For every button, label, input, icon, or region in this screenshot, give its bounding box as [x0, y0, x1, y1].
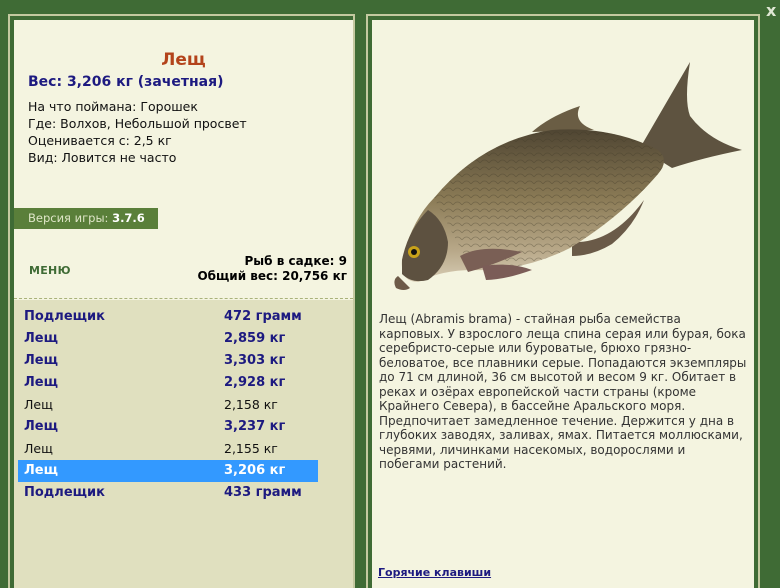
keepnet-stats: Рыб в садке: 9 Общий вес: 20,756 кг: [197, 254, 347, 284]
catch-row[interactable]: Лещ 2,928 кг: [18, 372, 318, 394]
fish-info-panel: Лещ Вес: 3,206 кг (зачетная) На что пойм…: [8, 14, 355, 588]
species-rarity-line: Вид: Ловится не часто: [28, 150, 177, 165]
bream-fish-image: [394, 62, 742, 290]
catch-row[interactable]: Лещ 2,158 кг: [18, 394, 318, 416]
catch-row[interactable]: Подлещик 433 грамм: [18, 482, 318, 504]
catch-row[interactable]: Подлещик 472 грамм: [18, 306, 318, 328]
catch-row[interactable]: Лещ 3,237 кг: [18, 416, 318, 438]
menu-button[interactable]: МЕНЮ: [29, 264, 71, 277]
version-value: 3.7.6: [112, 211, 145, 225]
catch-name: Подлещик: [24, 309, 105, 324]
catch-weight: 2,928 кг: [224, 375, 286, 390]
catch-weight: 433 грамм: [224, 485, 302, 500]
description-inner: Лещ (Abramis brama) - стайная рыба семей…: [372, 20, 754, 588]
catch-row[interactable]: Лещ 3,206 кг: [18, 460, 318, 482]
catch-list: Подлещик 472 грамм Лещ 2,859 кг Лещ 3,303 кг Л…: [14, 300, 353, 588]
catch-weight: 3,206 кг: [224, 463, 286, 478]
location-line: Где: Волхов, Небольшой просвет: [28, 116, 247, 131]
catch-name: Лещ: [24, 331, 58, 346]
catch-name: Лещ: [24, 419, 58, 434]
catch-weight: 3,237 кг: [224, 419, 286, 434]
catch-row[interactable]: Лещ 3,303 кг: [18, 350, 318, 372]
catch-name: Подлещик: [24, 485, 105, 500]
version-bar: Версия игры: 3.7.6: [14, 208, 158, 229]
catch-name: Лещ: [24, 397, 53, 412]
fish-details: На что поймана: Горошек Где: Волхов, Неб…: [28, 98, 247, 166]
close-icon[interactable]: x: [766, 2, 780, 20]
fish-description: Лещ (Abramis brama) - стайная рыба семей…: [379, 312, 747, 471]
fish-title: Лещ: [161, 50, 206, 70]
catch-name: Лещ: [24, 463, 58, 478]
catch-row[interactable]: Лещ 2,155 кг: [18, 438, 318, 460]
catch-name: Лещ: [24, 375, 58, 390]
trophy-threshold-line: Оценивается с: 2,5 кг: [28, 133, 172, 148]
description-panel: Лещ (Abramis brama) - стайная рыба семей…: [366, 14, 760, 588]
fish-weight: Вес: 3,206 кг (зачетная): [28, 74, 224, 90]
catch-weight: 2,158 кг: [224, 397, 278, 412]
divider: [14, 298, 353, 299]
catch-name: Лещ: [24, 441, 53, 456]
fish-count: Рыб в садке: 9: [244, 254, 348, 268]
fish-info-inner: Лещ Вес: 3,206 кг (зачетная) На что пойм…: [14, 20, 353, 588]
catch-weight: 2,859 кг: [224, 331, 286, 346]
catch-row[interactable]: Лещ 2,859 кг: [18, 328, 318, 350]
catch-weight: 3,303 кг: [224, 353, 286, 368]
version-label: Версия игры:: [28, 211, 109, 225]
catch-name: Лещ: [24, 353, 58, 368]
caught-on-line: На что поймана: Горошек: [28, 99, 198, 114]
hotkeys-link[interactable]: Горячие клавиши: [378, 566, 491, 579]
total-weight: Общий вес: 20,756 кг: [197, 269, 347, 283]
catch-weight: 472 грамм: [224, 309, 302, 324]
catch-weight: 2,155 кг: [224, 441, 278, 456]
